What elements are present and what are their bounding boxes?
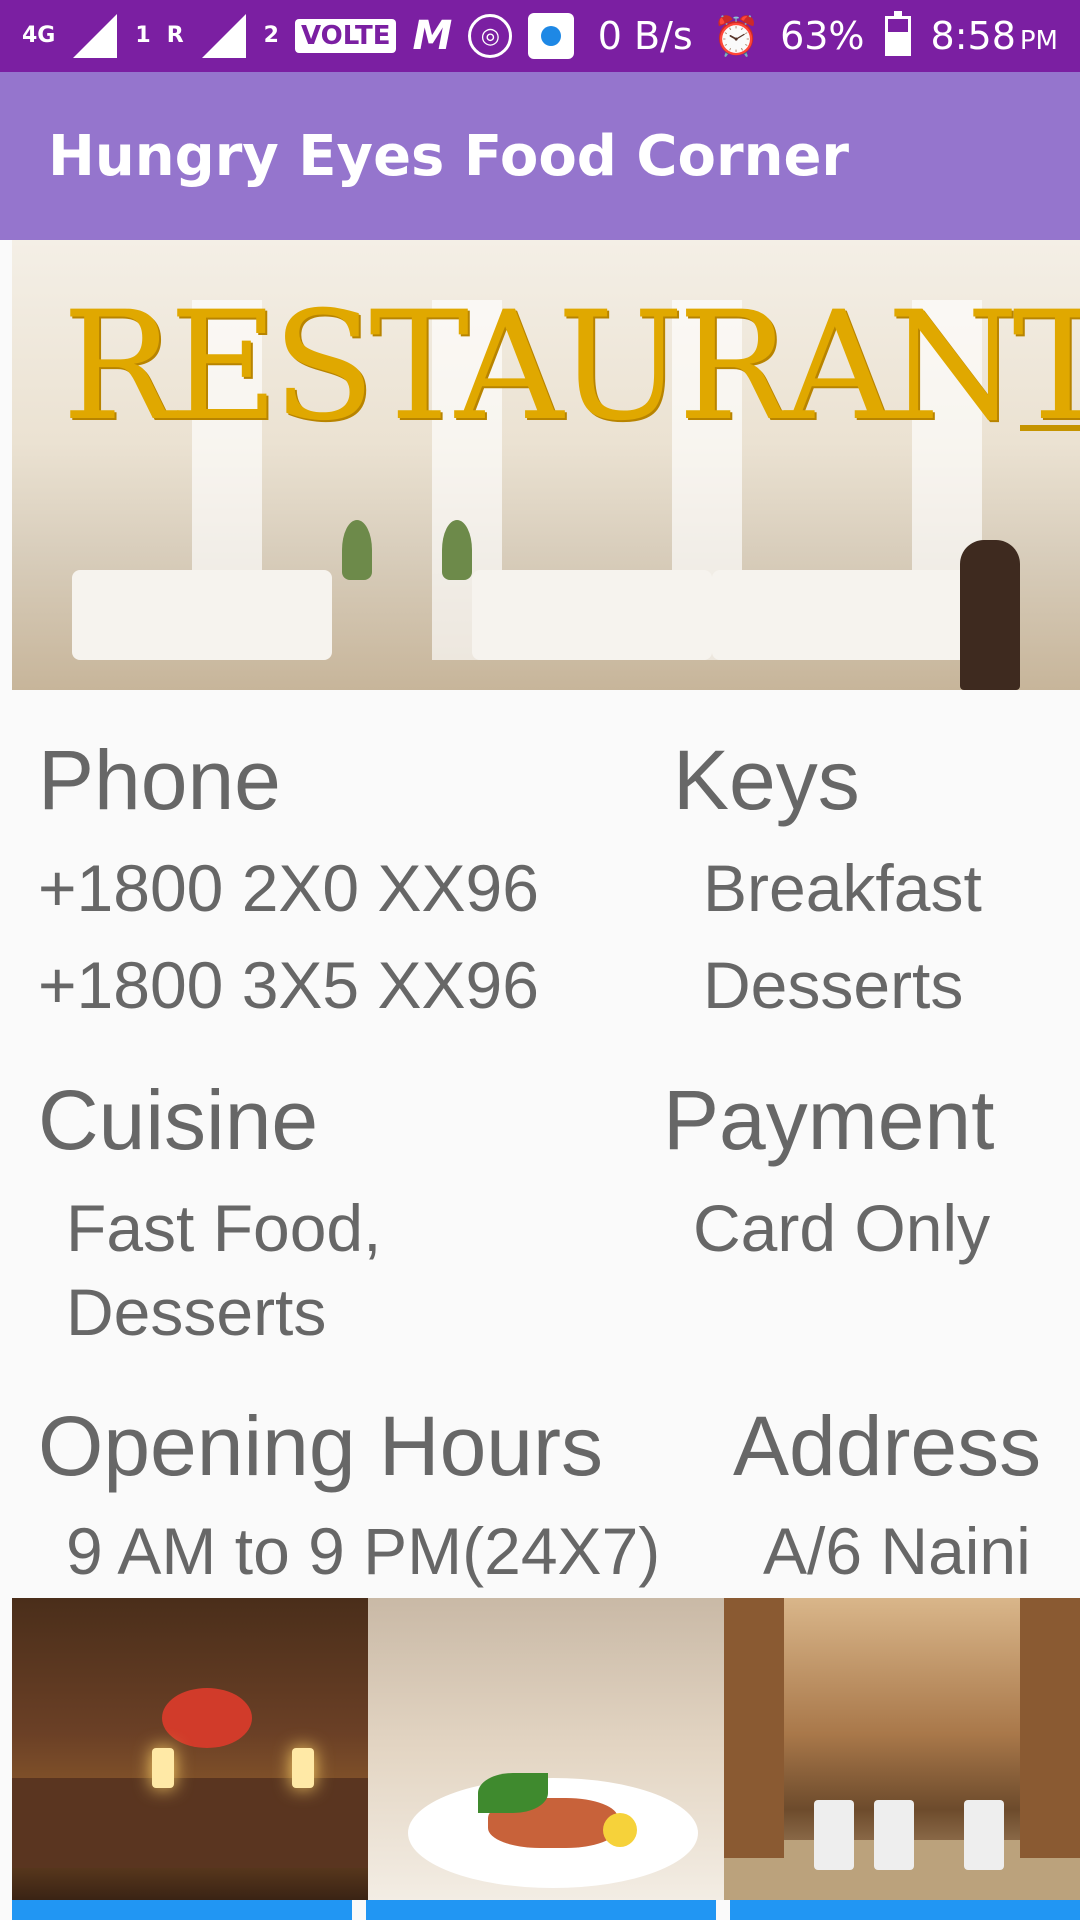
phone-number-2[interactable]: +1800 3X5 XX96 [38, 952, 539, 1018]
bottom-tab-bar [12, 1900, 1080, 1920]
status-left-icons: 4G 1 R 2 VOLTE M ◎ [0, 12, 575, 60]
sign-rule [1020, 425, 1080, 431]
signal-strength-icon-2 [201, 14, 246, 58]
address-heading: Address [733, 1399, 1042, 1493]
roaming-indicator: R [166, 23, 184, 48]
status-bar: 4G 1 R 2 VOLTE M ◎ 0 B/s ⏰ 63% 8:58 PM [0, 0, 1080, 72]
keys-value-1: Breakfast [703, 851, 982, 925]
clock: 8:58 PM [930, 14, 1058, 58]
hero-plant [342, 520, 372, 580]
hero-table [472, 570, 712, 660]
cuisine-value-1: Fast Food, [66, 1191, 382, 1265]
sim1-index: 1 [135, 23, 151, 48]
bottom-tab-2[interactable] [366, 1900, 716, 1920]
status-right-icons: 0 B/s ⏰ 63% 8:58 PM [597, 11, 1080, 59]
hero-table [712, 570, 972, 660]
keys-heading: Keys [673, 733, 860, 827]
network-type-icon: 4G [22, 23, 56, 48]
photo-gallery [12, 1598, 1080, 1900]
signal-strength-icon [73, 14, 118, 58]
battery-percent: 63% [780, 14, 865, 58]
bottom-tab-3[interactable] [730, 1900, 1080, 1920]
restaurant-sign: RESTAURANT [62, 280, 1080, 454]
gallery-photo-restaurant-interior[interactable] [724, 1598, 1080, 1900]
disc-icon: ◎ [468, 14, 513, 58]
keys-value-2: Desserts [703, 948, 964, 1022]
opening-hours-value: 9 AM to 9 PM(24X7) [66, 1514, 661, 1588]
app-bar: Hungry Eyes Food Corner [0, 72, 1080, 240]
cuisine-heading: Cuisine [38, 1073, 319, 1167]
sim2-index: 2 [263, 23, 279, 48]
app-title: Hungry Eyes Food Corner [48, 123, 850, 189]
address-value[interactable]: A/6 Naini [763, 1518, 1031, 1584]
gallery-photo-dining-table[interactable] [12, 1598, 368, 1900]
carrier-m-icon: M [412, 13, 453, 59]
hero-plant [442, 520, 472, 580]
payment-value: Card Only [693, 1191, 991, 1265]
opening-hours-heading: Opening Hours [38, 1399, 603, 1493]
data-speed: 0 B/s [597, 14, 693, 58]
cuisine-value-2: Desserts [66, 1275, 327, 1349]
bottom-tab-1[interactable] [12, 1900, 352, 1920]
phone-heading: Phone [38, 733, 281, 827]
gallery-photo-plated-dish[interactable] [368, 1598, 724, 1900]
bank-app-icon [528, 13, 575, 59]
hero-wine-bottle [960, 540, 1020, 690]
payment-heading: Payment [663, 1073, 995, 1167]
restaurant-hero-image: RESTAURANT [12, 240, 1080, 690]
alarm-icon: ⏰ [712, 13, 761, 58]
phone-number-1[interactable]: +1800 2X0 XX96 [38, 855, 539, 921]
volte-badge: VOLTE [294, 19, 397, 53]
battery-icon [884, 11, 911, 56]
hero-table [72, 570, 332, 660]
